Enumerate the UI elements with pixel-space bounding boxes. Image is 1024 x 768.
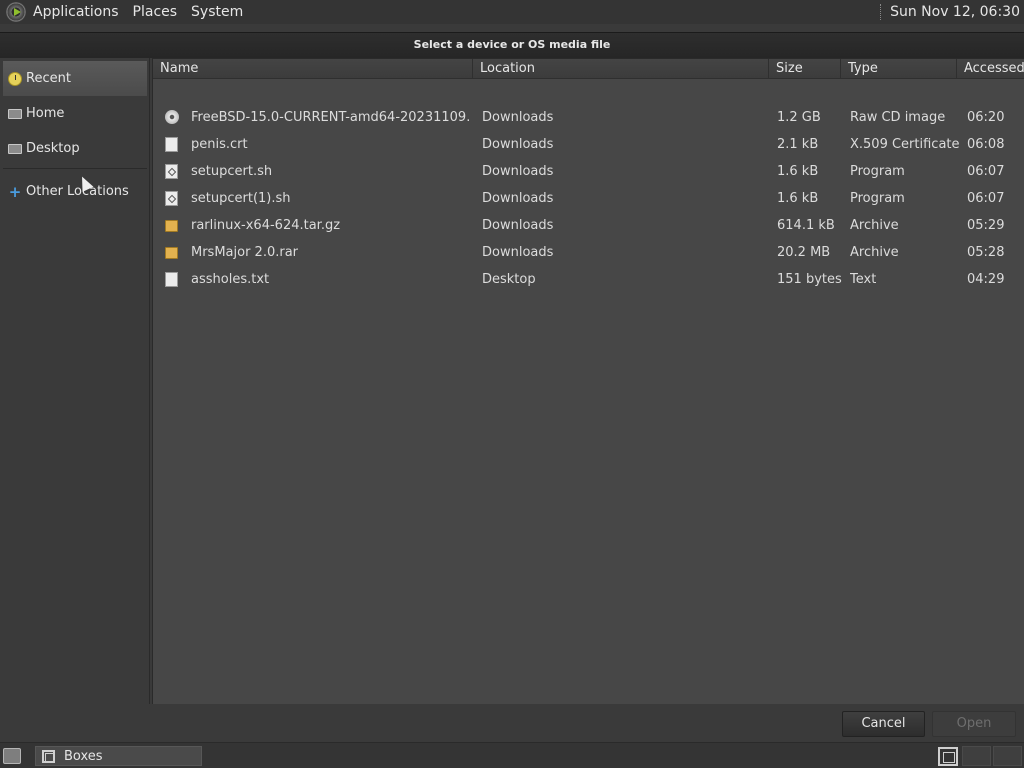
- sidebar-item-label: Desktop: [26, 141, 80, 156]
- file-location: Downloads: [482, 245, 554, 260]
- sidebar-item-home[interactable]: Home: [3, 96, 147, 131]
- workspace-2[interactable]: [993, 746, 1022, 766]
- file-row[interactable]: rarlinux-x64-624.tar.gz Downloads 614.1 …: [153, 212, 1024, 239]
- file-type: Archive: [850, 245, 899, 260]
- column-accessed[interactable]: Accessed: [957, 59, 1024, 79]
- taskbar-item-boxes[interactable]: Boxes: [35, 746, 202, 766]
- sidebar-item-desktop[interactable]: Desktop: [3, 131, 147, 166]
- file-accessed: 06:07: [967, 164, 1005, 179]
- file-chooser-dialog: Select a device or OS media file Recent …: [0, 24, 1024, 742]
- sidebar-item-label: Recent: [26, 71, 71, 86]
- file-location: Downloads: [482, 191, 554, 206]
- file-size: 614.1 kB: [777, 218, 835, 233]
- cancel-button[interactable]: Cancel: [842, 711, 925, 737]
- file-size: 1.6 kB: [777, 164, 819, 179]
- recent-icon: [8, 71, 22, 86]
- file-type: Raw CD image: [850, 110, 946, 125]
- file-size: 1.6 kB: [777, 191, 819, 206]
- archive-icon: [165, 220, 178, 232]
- file-row[interactable]: assholes.txt Desktop 151 bytes Text 04:2…: [153, 266, 1024, 293]
- file-size: 20.2 MB: [777, 245, 831, 260]
- disc-image-icon: [165, 110, 179, 124]
- file-name: penis.crt: [191, 137, 248, 152]
- file-row[interactable]: MrsMajor 2.0.rar Downloads 20.2 MB Archi…: [153, 239, 1024, 266]
- dialog-title: Select a device or OS media file: [0, 32, 1024, 58]
- applications-menu[interactable]: Applications: [26, 0, 126, 24]
- plus-icon: +: [8, 182, 22, 201]
- taskbar-item-label: Boxes: [64, 748, 103, 764]
- file-type: Program: [850, 164, 905, 179]
- column-name[interactable]: Name: [153, 59, 473, 79]
- panel-separator: [880, 4, 882, 20]
- sidebar-divider: [3, 168, 147, 169]
- boxes-app-icon: [42, 749, 55, 763]
- top-panel: Applications Places System Sun Nov 12, 0…: [0, 0, 1024, 24]
- sidebar-item-recent[interactable]: Recent: [3, 61, 147, 96]
- file-accessed: 04:29: [967, 272, 1005, 287]
- program-icon: [165, 191, 178, 206]
- file-accessed: 05:28: [967, 245, 1005, 260]
- file-row[interactable]: setupcert.sh Downloads 1.6 kB Program 06…: [153, 158, 1024, 185]
- sidebar-item-label: Other Locations: [26, 184, 129, 199]
- file-type: Text: [850, 272, 877, 287]
- file-name: FreeBSD-15.0-CURRENT-amd64-20231109…: [191, 110, 469, 125]
- boxes-tray-icon[interactable]: [938, 747, 958, 766]
- archive-icon: [165, 247, 178, 259]
- file-location: Desktop: [482, 272, 536, 287]
- column-type[interactable]: Type: [841, 59, 957, 79]
- home-folder-icon: [8, 108, 22, 119]
- clock-area: Sun Nov 12, 06:30: [880, 0, 1024, 24]
- file-name: assholes.txt: [191, 272, 270, 287]
- sidebar-item-label: Home: [26, 106, 65, 121]
- places-menu[interactable]: Places: [126, 0, 185, 24]
- clock[interactable]: Sun Nov 12, 06:30: [890, 4, 1024, 20]
- file-accessed: 06:07: [967, 191, 1005, 206]
- file-location: Downloads: [482, 110, 554, 125]
- file-accessed: 06:20: [967, 110, 1005, 125]
- column-location[interactable]: Location: [473, 59, 769, 79]
- file-name: setupcert(1).sh: [191, 191, 291, 206]
- file-list: Name Location Size Type Accessed FreeBSD…: [152, 58, 1024, 704]
- column-header: Name Location Size Type Accessed: [153, 59, 1024, 79]
- file-name: setupcert.sh: [191, 164, 273, 179]
- program-icon: [165, 164, 178, 179]
- workspace-pager[interactable]: [962, 746, 1022, 766]
- file-accessed: 06:08: [967, 137, 1005, 152]
- taskbar: Boxes: [0, 742, 1024, 768]
- file-row[interactable]: penis.crt Downloads 2.1 kB X.509 Certifi…: [153, 131, 1024, 158]
- open-button[interactable]: Open: [932, 711, 1016, 737]
- desktop-folder-icon: [8, 143, 22, 154]
- column-size[interactable]: Size: [769, 59, 841, 79]
- main-menu-logo-icon[interactable]: [6, 2, 26, 22]
- file-size: 1.2 GB: [777, 110, 821, 125]
- sidebar-item-other-locations[interactable]: + Other Locations: [3, 174, 147, 209]
- workspace-1[interactable]: [962, 746, 991, 766]
- file-type: X.509 Certificate: [850, 137, 960, 152]
- file-size: 151 bytes: [777, 272, 842, 287]
- text-file-icon: [165, 272, 178, 287]
- file-location: Downloads: [482, 164, 554, 179]
- file-accessed: 05:29: [967, 218, 1005, 233]
- file-name: MrsMajor 2.0.rar: [191, 245, 299, 260]
- file-type: Program: [850, 191, 905, 206]
- file-size: 2.1 kB: [777, 137, 819, 152]
- file-type: Archive: [850, 218, 899, 233]
- file-row[interactable]: setupcert(1).sh Downloads 1.6 kB Program…: [153, 185, 1024, 212]
- file-name: rarlinux-x64-624.tar.gz: [191, 218, 341, 233]
- file-location: Downloads: [482, 218, 554, 233]
- file-row[interactable]: FreeBSD-15.0-CURRENT-amd64-20231109… Dow…: [153, 104, 1024, 131]
- show-desktop-icon[interactable]: [3, 748, 21, 764]
- system-menu[interactable]: System: [184, 0, 250, 24]
- file-location: Downloads: [482, 137, 554, 152]
- places-sidebar: Recent Home Desktop + Other Locations: [0, 58, 150, 704]
- document-icon: [165, 137, 178, 152]
